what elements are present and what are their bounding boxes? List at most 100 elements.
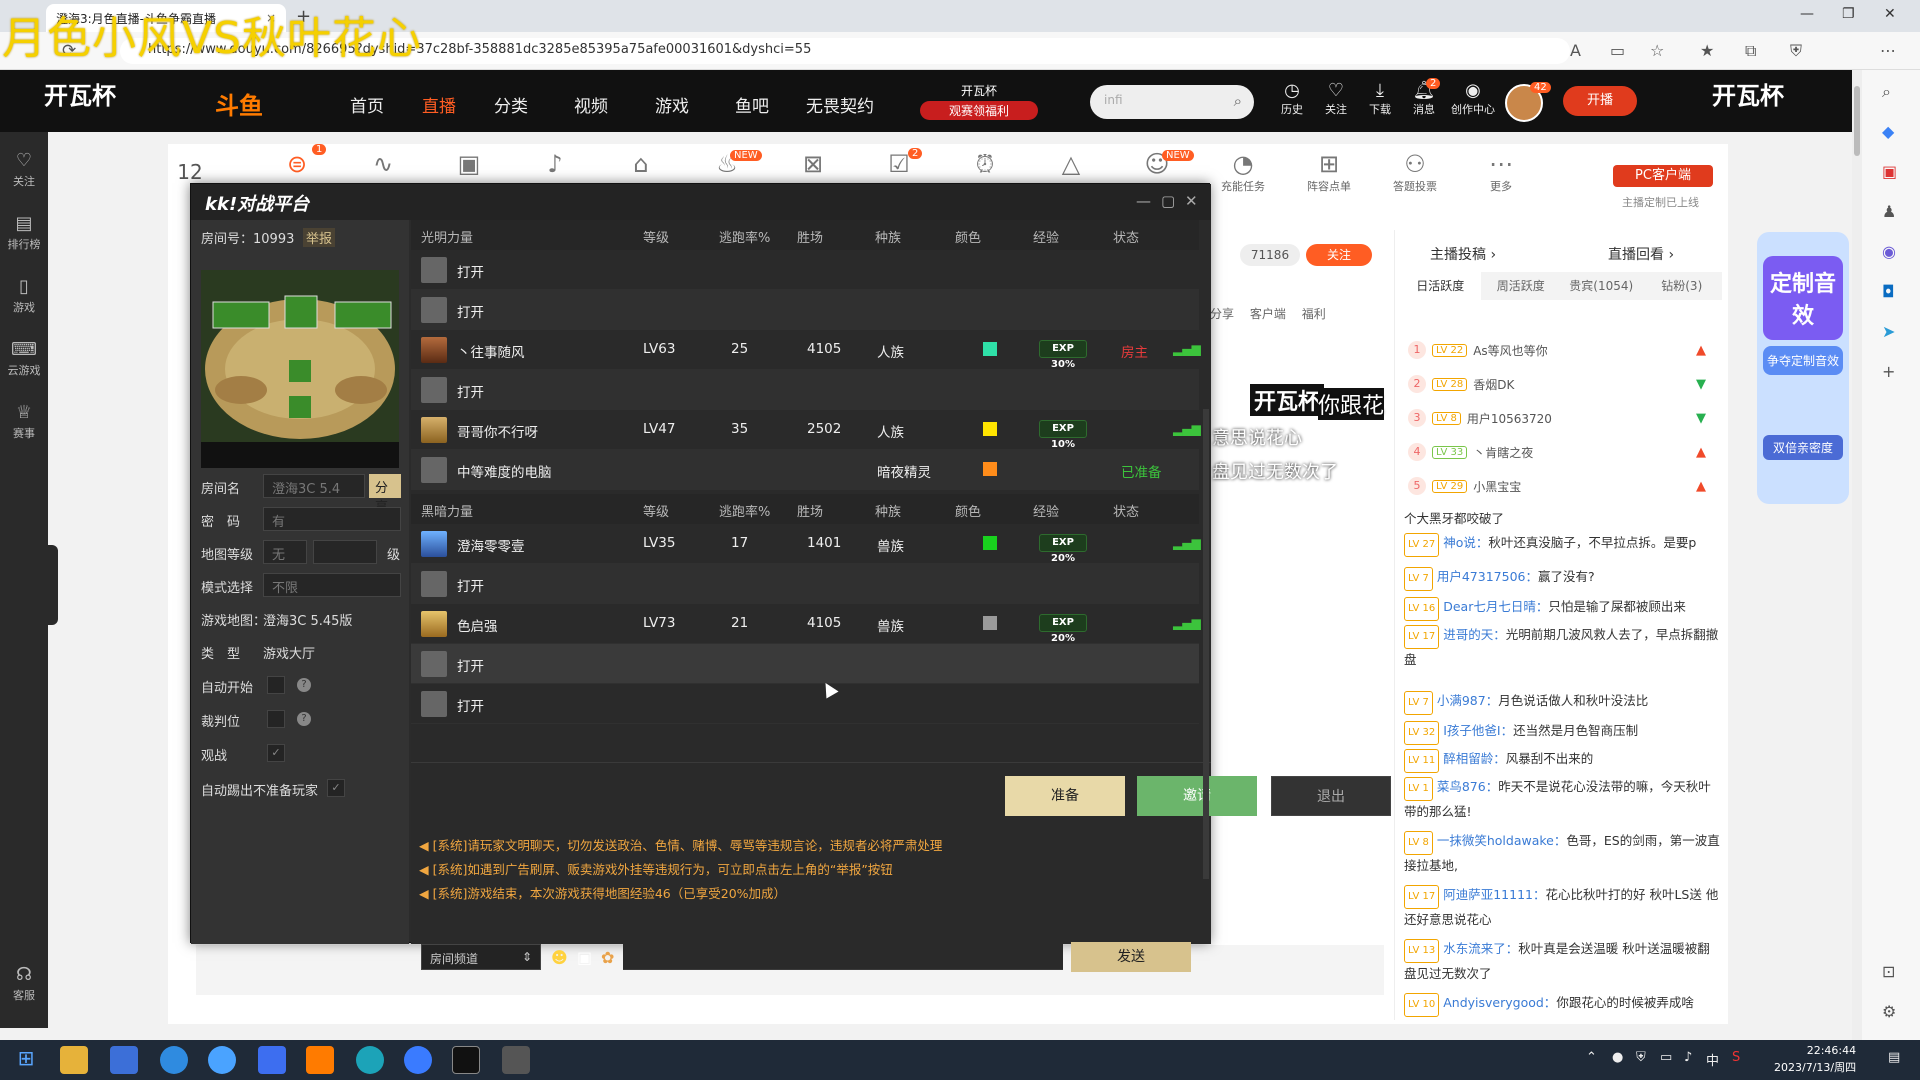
start-icon[interactable]: ⊞	[12, 1046, 40, 1074]
rank-item[interactable]: 3 LV 8 用户10563720 ▼	[1400, 401, 1720, 435]
creator-center-button[interactable]: ◉ 创作中心	[1448, 80, 1498, 117]
nav-home[interactable]: 首页	[350, 92, 384, 117]
favorites-icon[interactable]: ★	[1700, 41, 1714, 60]
search-icon[interactable]: ⌕	[1234, 92, 1242, 110]
rank-item[interactable]: 2 LV 28 香烟DK ▼	[1400, 367, 1720, 401]
open-slot-row[interactable]: 打开	[411, 370, 1199, 410]
toolbar-pulse[interactable]: ∿	[348, 150, 418, 178]
chat-user-name[interactable]: 用户47317506：	[1437, 569, 1538, 584]
toolbar-task[interactable]: ☑	[864, 150, 934, 178]
sidebar-item-events[interactable]: ♕ 赛事	[0, 402, 48, 441]
invite-button[interactable]: 邀请	[1137, 776, 1257, 816]
toolbar-vote[interactable]: ⚇ 答题投票	[1380, 150, 1450, 194]
kk-app-icon[interactable]	[452, 1046, 480, 1074]
tab-diamond[interactable]: 钻粉(3)	[1642, 272, 1723, 300]
player-row[interactable]: 哥哥你不行呀 LV47 35 2502 人族 EXP 10% ▂▄▆	[411, 410, 1201, 450]
player-row[interactable]: 澄海零零壹 LV35 17 1401 兽族 EXP 20% ▂▄▆	[411, 524, 1201, 564]
image-icon[interactable]: ▣	[577, 948, 592, 967]
send-icon[interactable]: ➤	[1882, 322, 1895, 341]
help-icon[interactable]: ?	[297, 712, 311, 726]
map-level-input[interactable]	[313, 540, 377, 564]
nav-video[interactable]: 视频	[574, 92, 608, 117]
open-slot-row[interactable]: 打开	[411, 644, 1199, 684]
chat-user-name[interactable]: 进哥的天：	[1443, 627, 1506, 642]
read-aloud-icon[interactable]: A	[1570, 41, 1581, 60]
ready-button[interactable]: 准备	[1005, 776, 1125, 816]
sidebar-item-game[interactable]: ▯ 游戏	[0, 276, 48, 315]
explorer-icon[interactable]	[60, 1046, 88, 1074]
kuaiyi-icon[interactable]	[404, 1046, 432, 1074]
tag-icon[interactable]: ◆	[1882, 122, 1894, 141]
open-slot-row[interactable]: 打开	[411, 290, 1199, 330]
share-room-button[interactable]: 分享	[369, 474, 401, 515]
toolbar-ad[interactable]: ▣	[434, 150, 504, 178]
more-icon[interactable]: ⋯	[1880, 41, 1896, 60]
player-row[interactable]: 色启强 LV73 21 4105 兽族 EXP 20% ▂▄▆	[411, 604, 1201, 644]
tab-daily[interactable]: 日活跃度	[1400, 272, 1481, 300]
replay-link[interactable]: 直播回看 ›	[1608, 244, 1674, 264]
chat-user-name[interactable]: Dear七月七日晴：	[1443, 599, 1548, 614]
download-button[interactable]: ⤓ 下载	[1358, 80, 1402, 117]
maximize-icon[interactable]: ❐	[1842, 6, 1855, 22]
qq-icon[interactable]	[208, 1046, 236, 1074]
help-icon[interactable]: ?	[297, 678, 311, 692]
settings-icon[interactable]: ⚙	[1882, 1002, 1896, 1021]
star-icon[interactable]: ☆	[1650, 41, 1664, 60]
chat-input[interactable]	[623, 944, 1063, 970]
minimize-icon[interactable]: —	[1800, 6, 1814, 22]
search-input[interactable]: infi ⌕	[1090, 85, 1254, 119]
player-color-swatch[interactable]	[983, 616, 997, 630]
auto-kick-checkbox[interactable]: ✓	[327, 779, 345, 797]
kk-minimize-icon[interactable]: —	[1136, 192, 1151, 210]
toolbar-more[interactable]: ⋯ 更多	[1466, 150, 1536, 194]
sogou-icon[interactable]: S	[1732, 1050, 1740, 1065]
tab-vip[interactable]: 贵宾(1054)	[1561, 272, 1642, 300]
add-icon[interactable]: +	[1882, 362, 1895, 381]
rank-item[interactable]: 5 LV 29 小黑宝宝 ▲	[1400, 469, 1720, 503]
notification-icon[interactable]: ▤	[1888, 1050, 1900, 1065]
sidebar-item-follow[interactable]: ♡ 关注	[0, 150, 48, 189]
spectate-checkbox[interactable]: ✓	[267, 744, 285, 762]
follow-button[interactable]: 关注	[1306, 244, 1372, 266]
share-button[interactable]: 分享	[1210, 307, 1234, 321]
chat-user-name[interactable]: I孩子他爸I：	[1443, 723, 1513, 738]
chat-user-name[interactable]: 小满987：	[1437, 693, 1498, 708]
toolbar-pyramid[interactable]: △	[1036, 150, 1106, 178]
password-input[interactable]: 有	[263, 507, 401, 531]
nav-category[interactable]: 分类	[494, 92, 528, 117]
rank-item[interactable]: 1 LV 22 As等风也等你 ▲	[1400, 333, 1720, 367]
welfare-button[interactable]: 福利	[1302, 307, 1326, 321]
chess-icon[interactable]: ♟	[1882, 202, 1896, 221]
kk-title-bar[interactable]: kk!对战平台 — ▢ ✕	[191, 184, 1211, 220]
brand-right[interactable]: 开瓦杯	[1712, 76, 1784, 111]
douyu-app-icon[interactable]	[306, 1046, 334, 1074]
gift-icon[interactable]: ✿	[601, 948, 614, 967]
chat-user-name[interactable]: 神o说：	[1443, 535, 1488, 550]
chat-user-name[interactable]: 一抹微笑holdawake：	[1437, 833, 1567, 848]
nav-game[interactable]: 游戏	[655, 92, 689, 117]
sidebar-collapse-handle[interactable]	[48, 545, 58, 625]
sidebar-item-support[interactable]: ☊ 客服	[0, 964, 48, 1003]
player-color-swatch[interactable]	[983, 462, 997, 476]
anchor-posts-link[interactable]: 主播投稿 ›	[1430, 244, 1496, 264]
player-color-swatch[interactable]	[983, 536, 997, 550]
channel-select[interactable]: 房间频道 ⇕	[421, 944, 541, 970]
chat-user-name[interactable]: 醉相留龄：	[1443, 751, 1506, 766]
outlook-icon[interactable]: ◘	[1882, 282, 1895, 301]
event-badge[interactable]: 开瓦杯 观赛领福利	[920, 82, 1038, 122]
chat-user-name[interactable]: Andyisverygood：	[1443, 995, 1556, 1010]
chat-user-name[interactable]: 水东流来了：	[1443, 941, 1518, 956]
ime-indicator[interactable]: 中	[1706, 1050, 1719, 1069]
map-level-select[interactable]: 无	[263, 540, 307, 564]
close-window-icon[interactable]: ✕	[1884, 6, 1896, 22]
follow-nav-button[interactable]: ♡ 关注	[1314, 80, 1358, 117]
toolbar-alarm[interactable]: ⏰︎	[950, 150, 1020, 178]
douyu-logo[interactable]: 斗鱼	[215, 86, 263, 121]
history-button[interactable]: ◷ 历史	[1270, 80, 1314, 117]
pc-client-button[interactable]: PC客户端	[1613, 165, 1713, 187]
report-button[interactable]: 举报	[303, 228, 336, 247]
auto-start-checkbox[interactable]	[267, 676, 285, 694]
tray-chevron-icon[interactable]: ⌃	[1586, 1050, 1597, 1065]
kk-platform-window[interactable]: kk!对战平台 — ▢ ✕ 房间号：10993 举报 房间名 澄海3C 5.4	[190, 183, 1391, 972]
volume-icon[interactable]: ♪	[1684, 1050, 1692, 1065]
